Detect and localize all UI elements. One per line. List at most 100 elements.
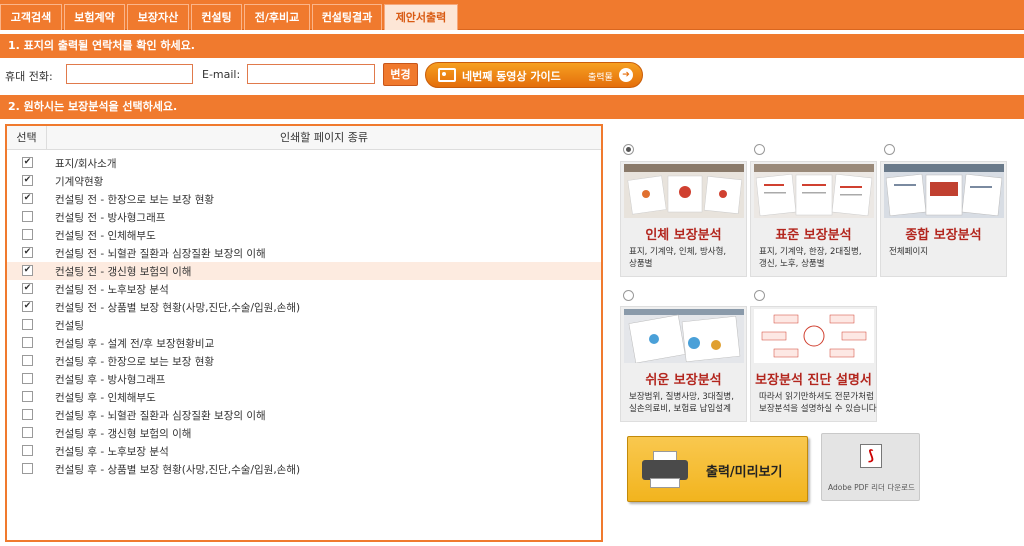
pdf-reader-download-label: Adobe PDF 리더 다운로드 — [828, 483, 915, 492]
row-label: 컨설팅 전 - 뇌혈관 질환과 심장질환 보장의 이해 — [55, 248, 266, 260]
table-row[interactable]: ✔ 컨설팅 전 - 노후보장 분석 — [7, 280, 601, 298]
table-row[interactable]: ✔ 컨설팅 전 - 상품별 보장 현황(사망,진단,수술/입원,손해) — [7, 298, 601, 316]
card-easy-analysis-title: 쉬운 보장분석 — [645, 373, 722, 388]
row-label: 컨설팅 후 - 한장으로 보는 보장 현황 — [55, 356, 215, 368]
row-checkbox[interactable] — [22, 391, 33, 402]
table-row[interactable]: 컨설팅 후 - 갱신형 보험의 이해 — [7, 424, 601, 442]
row-checkbox[interactable] — [22, 409, 33, 420]
table-row[interactable]: 컨설팅 후 - 한장으로 보는 보장 현황 — [7, 352, 601, 370]
row-label: 표지/회사소개 — [55, 158, 117, 170]
row-checkbox[interactable] — [22, 211, 33, 222]
row-checkbox[interactable] — [22, 427, 33, 438]
radio-body-analysis[interactable] — [623, 144, 634, 155]
row-checkbox[interactable] — [22, 319, 33, 330]
arrow-right-icon: ➔ — [619, 68, 633, 82]
pdf-icon: ⟆ — [860, 444, 882, 468]
table-row[interactable]: 컨설팅 후 - 뇌혈관 질환과 심장질환 보장의 이해 — [7, 406, 601, 424]
table-row[interactable]: ✔ 표지/회사소개 — [7, 154, 601, 172]
row-label: 컨설팅 후 - 갱신형 보험의 이해 — [55, 428, 192, 440]
row-checkbox[interactable]: ✔ — [22, 157, 33, 168]
row-checkbox[interactable]: ✔ — [22, 301, 33, 312]
row-label: 컨설팅 전 - 상품별 보장 현황(사망,진단,수술/입원,손해) — [55, 302, 301, 314]
card-comprehensive-analysis[interactable]: 종합 보장분석 전체페이지 — [880, 161, 1007, 277]
tab-coverage-assets[interactable]: 보장자산 — [127, 4, 189, 30]
video-guide-label: 네번째 동영상 가이드 — [462, 70, 561, 83]
tab-bar: 고객검색 보험계약 보장자산 컨설팅 전/후비교 컨설팅결과 제안서출력 — [0, 0, 1024, 30]
easy-analysis-thumbnail — [624, 309, 744, 363]
card-comprehensive-analysis-desc: 전체페이지 — [889, 247, 929, 257]
table-row[interactable]: ✔ 컨설팅 전 - 갱신형 보험의 이해 — [7, 262, 601, 280]
card-standard-analysis-title: 표준 보장분석 — [775, 228, 852, 243]
col-header-page-type: 인쇄할 페이지 종류 — [280, 131, 368, 144]
row-label: 기계약현황 — [55, 176, 104, 188]
section1-title: 1. 표지의 출력될 연락처를 확인 하세요. — [0, 34, 1024, 58]
card-diagnosis-guide-desc: 따라서 읽기만하셔도 전문가처럼 보장분석을 설명하실 수 있습니다 — [759, 392, 877, 414]
table-row[interactable]: 컨설팅 전 - 방사형그래프 — [7, 208, 601, 226]
change-button[interactable]: 변경 — [383, 63, 418, 86]
table-row[interactable]: 컨설팅 후 - 설계 전/후 보장현황비교 — [7, 334, 601, 352]
card-standard-analysis[interactable]: 표준 보장분석 표지, 기계약, 한장, 2대질병, 갱신, 노후, 상품별 — [750, 161, 877, 277]
tab-before-after-compare[interactable]: 전/후비교 — [244, 4, 310, 30]
row-label: 컨설팅 후 - 설계 전/후 보장현황비교 — [55, 338, 215, 350]
table-row[interactable]: ✔ 컨설팅 전 - 한장으로 보는 보장 현황 — [7, 190, 601, 208]
row-checkbox[interactable]: ✔ — [22, 175, 33, 186]
row-checkbox[interactable]: ✔ — [22, 265, 33, 276]
tab-consulting[interactable]: 컨설팅 — [191, 4, 242, 30]
radio-diagnosis-guide[interactable] — [754, 290, 765, 301]
radio-easy-analysis[interactable] — [623, 290, 634, 301]
row-checkbox[interactable] — [22, 355, 33, 366]
row-label: 컨설팅 전 - 갱신형 보험의 이해 — [55, 266, 192, 278]
row-checkbox[interactable]: ✔ — [22, 193, 33, 204]
row-label: 컨설팅 후 - 방사형그래프 — [55, 374, 166, 386]
radio-comprehensive-analysis[interactable] — [884, 144, 895, 155]
table-row[interactable]: 컨설팅 — [7, 316, 601, 334]
table-row[interactable]: 컨설팅 후 - 방사형그래프 — [7, 370, 601, 388]
row-label: 컨설팅 전 - 노후보장 분석 — [55, 284, 169, 296]
row-checkbox[interactable] — [22, 463, 33, 474]
row-label: 컨설팅 후 - 뇌혈관 질환과 심장질환 보장의 이해 — [55, 410, 266, 422]
card-diagnosis-guide[interactable]: 보장분석 진단 설명서 따라서 읽기만하셔도 전문가처럼 보장분석을 설명하실 … — [750, 306, 877, 422]
row-checkbox[interactable] — [22, 337, 33, 348]
tab-insurance-contract[interactable]: 보험계약 — [64, 4, 125, 30]
section2-title: 2. 원하시는 보장분석을 선택하세요. — [0, 95, 1024, 119]
email-label: E-mail: — [202, 68, 241, 81]
tab-consulting-result[interactable]: 컨설팅결과 — [312, 4, 382, 30]
radio-standard-analysis[interactable] — [754, 144, 765, 155]
page-select-panel: 선택 인쇄할 페이지 종류 ✔ 표지/회사소개 ✔ 기계약현황 ✔ 컨설팅 전 - 한장으… — [5, 124, 603, 542]
col-header-select: 선택 — [7, 126, 47, 150]
card-body-analysis[interactable]: 인체 보장분석 표지, 기계약, 인체, 방사형, 상품별 — [620, 161, 747, 277]
row-checkbox[interactable]: ✔ — [22, 247, 33, 258]
table-row[interactable]: 컨설팅 후 - 인체해부도 — [7, 388, 601, 406]
video-guide-sub-label: 출력물 — [588, 73, 613, 83]
card-standard-analysis-desc: 표지, 기계약, 한장, 2대질병, 갱신, 노후, 상품별 — [759, 247, 862, 269]
email-input[interactable] — [247, 64, 375, 84]
print-preview-button[interactable]: 출력/미리보기 — [627, 436, 808, 502]
card-body-analysis-title: 인체 보장분석 — [645, 228, 722, 243]
phone-input[interactable] — [66, 64, 193, 84]
row-checkbox[interactable] — [22, 445, 33, 456]
table-row[interactable]: 컨설팅 전 - 인체해부도 — [7, 226, 601, 244]
row-label: 컨설팅 전 - 한장으로 보는 보장 현황 — [55, 194, 215, 206]
phone-label: 휴대 전화: — [5, 70, 53, 83]
standard-analysis-thumbnail — [754, 164, 874, 218]
tab-proposal-print[interactable]: 제안서출력 — [384, 4, 458, 30]
tab-customer-search[interactable]: 고객검색 — [0, 4, 62, 30]
print-preview-label: 출력/미리보기 — [706, 465, 783, 480]
row-checkbox[interactable] — [22, 229, 33, 240]
table-row[interactable]: 컨설팅 후 - 상품별 보장 현황(사망,진단,수술/입원,손해) — [7, 460, 601, 478]
printer-icon — [642, 451, 688, 489]
card-easy-analysis[interactable]: 쉬운 보장분석 보장범위, 질병사망, 3대질병, 실손의료비, 보험료 납입설… — [620, 306, 747, 422]
pdf-reader-download-button[interactable]: ⟆ Adobe PDF 리더 다운로드 — [821, 433, 920, 501]
row-checkbox[interactable] — [22, 373, 33, 384]
card-comprehensive-analysis-title: 종합 보장분석 — [905, 228, 982, 243]
diagnosis-guide-thumbnail — [754, 309, 874, 363]
row-label: 컨설팅 전 - 방사형그래프 — [55, 212, 166, 224]
row-label: 컨설팅 전 - 인체해부도 — [55, 230, 156, 242]
row-label: 컨설팅 후 - 인체해부도 — [55, 392, 156, 404]
video-guide-button[interactable]: 네번째 동영상 가이드 출력물 ➔ — [425, 62, 643, 88]
table-row[interactable]: ✔ 기계약현황 — [7, 172, 601, 190]
page-table-header: 선택 인쇄할 페이지 종류 — [7, 126, 601, 150]
table-row[interactable]: 컨설팅 후 - 노후보장 분석 — [7, 442, 601, 460]
row-checkbox[interactable]: ✔ — [22, 283, 33, 294]
table-row[interactable]: ✔ 컨설팅 전 - 뇌혈관 질환과 심장질환 보장의 이해 — [7, 244, 601, 262]
